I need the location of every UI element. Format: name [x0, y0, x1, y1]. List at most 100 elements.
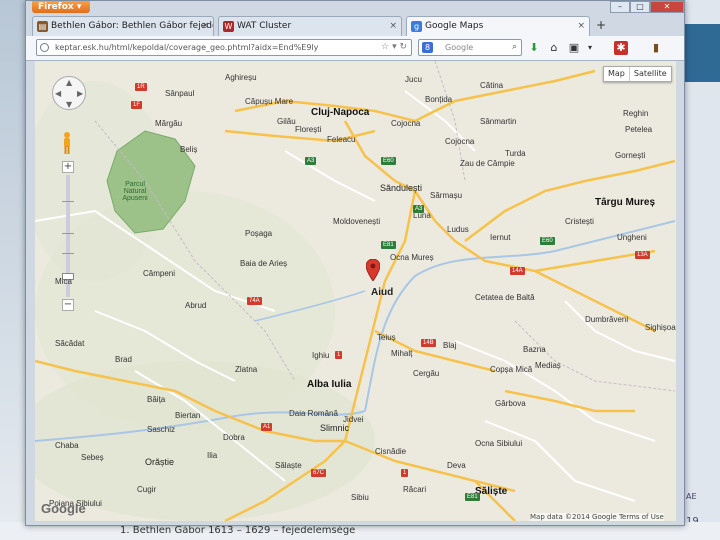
pan-up-icon[interactable]: ▲ [66, 78, 72, 87]
title-bar: Firefox ▾ – □ ✕ [26, 1, 684, 17]
place-label: Căpușu Mare [245, 97, 294, 106]
home-icon[interactable]: ⌂ [546, 40, 562, 56]
search-input[interactable]: 8 Google ⌕ [418, 39, 522, 56]
place-label: Cugir [137, 485, 157, 494]
url-bar[interactable]: keptar.esk.hu/html/kepoldal/coverage_geo… [36, 39, 412, 56]
city-label: Cluj-Napoca [311, 107, 370, 118]
addon-icon[interactable]: ✱ [614, 41, 628, 55]
place-label: Zau de Câmpie [460, 159, 515, 168]
tab-title: Google Maps [425, 21, 484, 31]
place-label: Bazna [523, 345, 546, 354]
place-label: Daia Română [289, 409, 338, 418]
location-pin-icon[interactable] [366, 259, 380, 281]
map-graphics [35, 61, 676, 521]
place-label: Câmpeni [143, 269, 176, 278]
place-label: Săcădat [55, 339, 85, 348]
map-type-satellite-button[interactable]: Satellite [628, 67, 671, 81]
zoom-control: + − [62, 161, 74, 311]
tab-bethlen[interactable]: ▤ Bethlen Gábor: Bethlen Gábor fejedel..… [32, 16, 214, 36]
road-shield: 1R [135, 83, 147, 91]
place-label: Ludus [447, 225, 469, 234]
road-shield: 1 [335, 351, 343, 359]
pan-right-icon[interactable]: ▶ [77, 89, 83, 98]
place-label: Ocna Sibiului [475, 439, 523, 448]
place-label: Teiuș [377, 333, 396, 342]
maximize-button[interactable]: □ [630, 1, 650, 13]
tab-wat-cluster[interactable]: W WAT Cluster × [218, 16, 402, 36]
close-window-button[interactable]: ✕ [650, 1, 684, 13]
google-search-engine-icon[interactable]: 8 [422, 42, 433, 53]
screenshot-icon[interactable]: ▣ [566, 40, 582, 56]
road-shield: 74A [247, 297, 262, 305]
new-tab-button[interactable]: + [594, 18, 608, 32]
pan-down-icon[interactable]: ▼ [66, 100, 72, 109]
book-icon: ▤ [37, 21, 48, 32]
road-shield: E60 [540, 237, 555, 245]
road-shield: A3 [305, 157, 317, 165]
firefox-menu-button[interactable]: Firefox ▾ [32, 1, 90, 13]
place-label: Dumbrăveni [585, 315, 629, 324]
place-label: Baia de Arieș [240, 259, 288, 268]
firefox-menu-label: Firefox [38, 2, 74, 12]
map-canvas[interactable]: Map Satellite ▲ ▼ ◀ ▶ + − Cluj-Napoca Al… [35, 61, 676, 521]
menu-icon[interactable]: ▮ [648, 40, 664, 56]
place-label: Deva [447, 461, 466, 470]
place-label: Mica [55, 277, 72, 286]
zoom-tick [62, 233, 74, 234]
google-logo: Google [41, 501, 86, 516]
place-label: Sibiu [351, 493, 369, 502]
search-icon[interactable]: ⌕ [512, 40, 517, 55]
browser-window: Firefox ▾ – □ ✕ ▤ Bethlen Gábor: Bethlen… [25, 0, 685, 526]
zoom-in-button[interactable]: + [62, 161, 74, 173]
place-label: Bonțida [425, 95, 453, 104]
place-label: Gilău [277, 117, 296, 126]
road-shield: A1 [261, 423, 273, 431]
w-logo-icon: W [223, 21, 234, 32]
map-attribution[interactable]: Map data ©2014 Google Terms of Use [530, 513, 664, 521]
place-label: Reghin [623, 109, 649, 118]
place-label: Iernut [490, 233, 511, 242]
place-label: Moldovenești [333, 217, 381, 226]
place-label: Aghireșu [225, 73, 257, 82]
road-shield: 1F [131, 101, 143, 109]
place-label: Biertan [175, 411, 201, 420]
zoom-out-button[interactable]: − [62, 299, 74, 311]
place-label: Sighișoara [645, 323, 676, 332]
place-label: Cojocna [391, 119, 421, 128]
place-label: Răcari [403, 485, 427, 494]
place-label: Poșaga [245, 229, 273, 238]
place-label: Chaba [55, 441, 79, 450]
close-tab-icon[interactable]: × [201, 17, 209, 36]
road-shield: E60 [381, 157, 396, 165]
pan-left-icon[interactable]: ◀ [55, 89, 61, 98]
place-label: Ilia [207, 451, 218, 460]
dropdown-icon[interactable]: ▾ [582, 40, 598, 56]
place-label: Băița [147, 395, 166, 404]
tab-title: WAT Cluster [237, 21, 292, 31]
place-label: Cisnădie [375, 447, 407, 456]
background-accent-block [684, 24, 720, 82]
close-tab-icon[interactable]: × [577, 17, 585, 36]
place-label: Cergău [413, 369, 440, 378]
map-type-control: Map Satellite [603, 66, 672, 82]
map-type-map-button[interactable]: Map [604, 67, 629, 81]
place-label: Sălaște [275, 461, 302, 470]
place-label: Zlatna [235, 365, 258, 374]
zoom-tick [62, 253, 74, 254]
pin-label: Aiud [371, 287, 394, 298]
tab-google-maps[interactable]: g Google Maps × [406, 16, 590, 36]
download-icon[interactable]: ⬇ [526, 40, 542, 56]
city-label: Târgu Mureș [595, 197, 656, 208]
place-label: Gornești [615, 151, 646, 160]
minimize-button[interactable]: – [610, 1, 630, 13]
place-label: Mediaș [535, 361, 561, 370]
place-label: Feleacu [327, 135, 356, 144]
google-maps-icon: g [411, 21, 422, 32]
bookmark-star-icon[interactable]: ☆ ▾ ↻ [381, 40, 407, 55]
close-tab-icon[interactable]: × [389, 17, 397, 36]
pan-control[interactable]: ▲ ▼ ◀ ▶ [52, 76, 86, 110]
corner-label: AE [686, 492, 697, 501]
place-label: Gârbova [495, 399, 526, 408]
road-shield: A3 [413, 205, 425, 213]
street-view-pegman-icon[interactable] [61, 131, 73, 155]
